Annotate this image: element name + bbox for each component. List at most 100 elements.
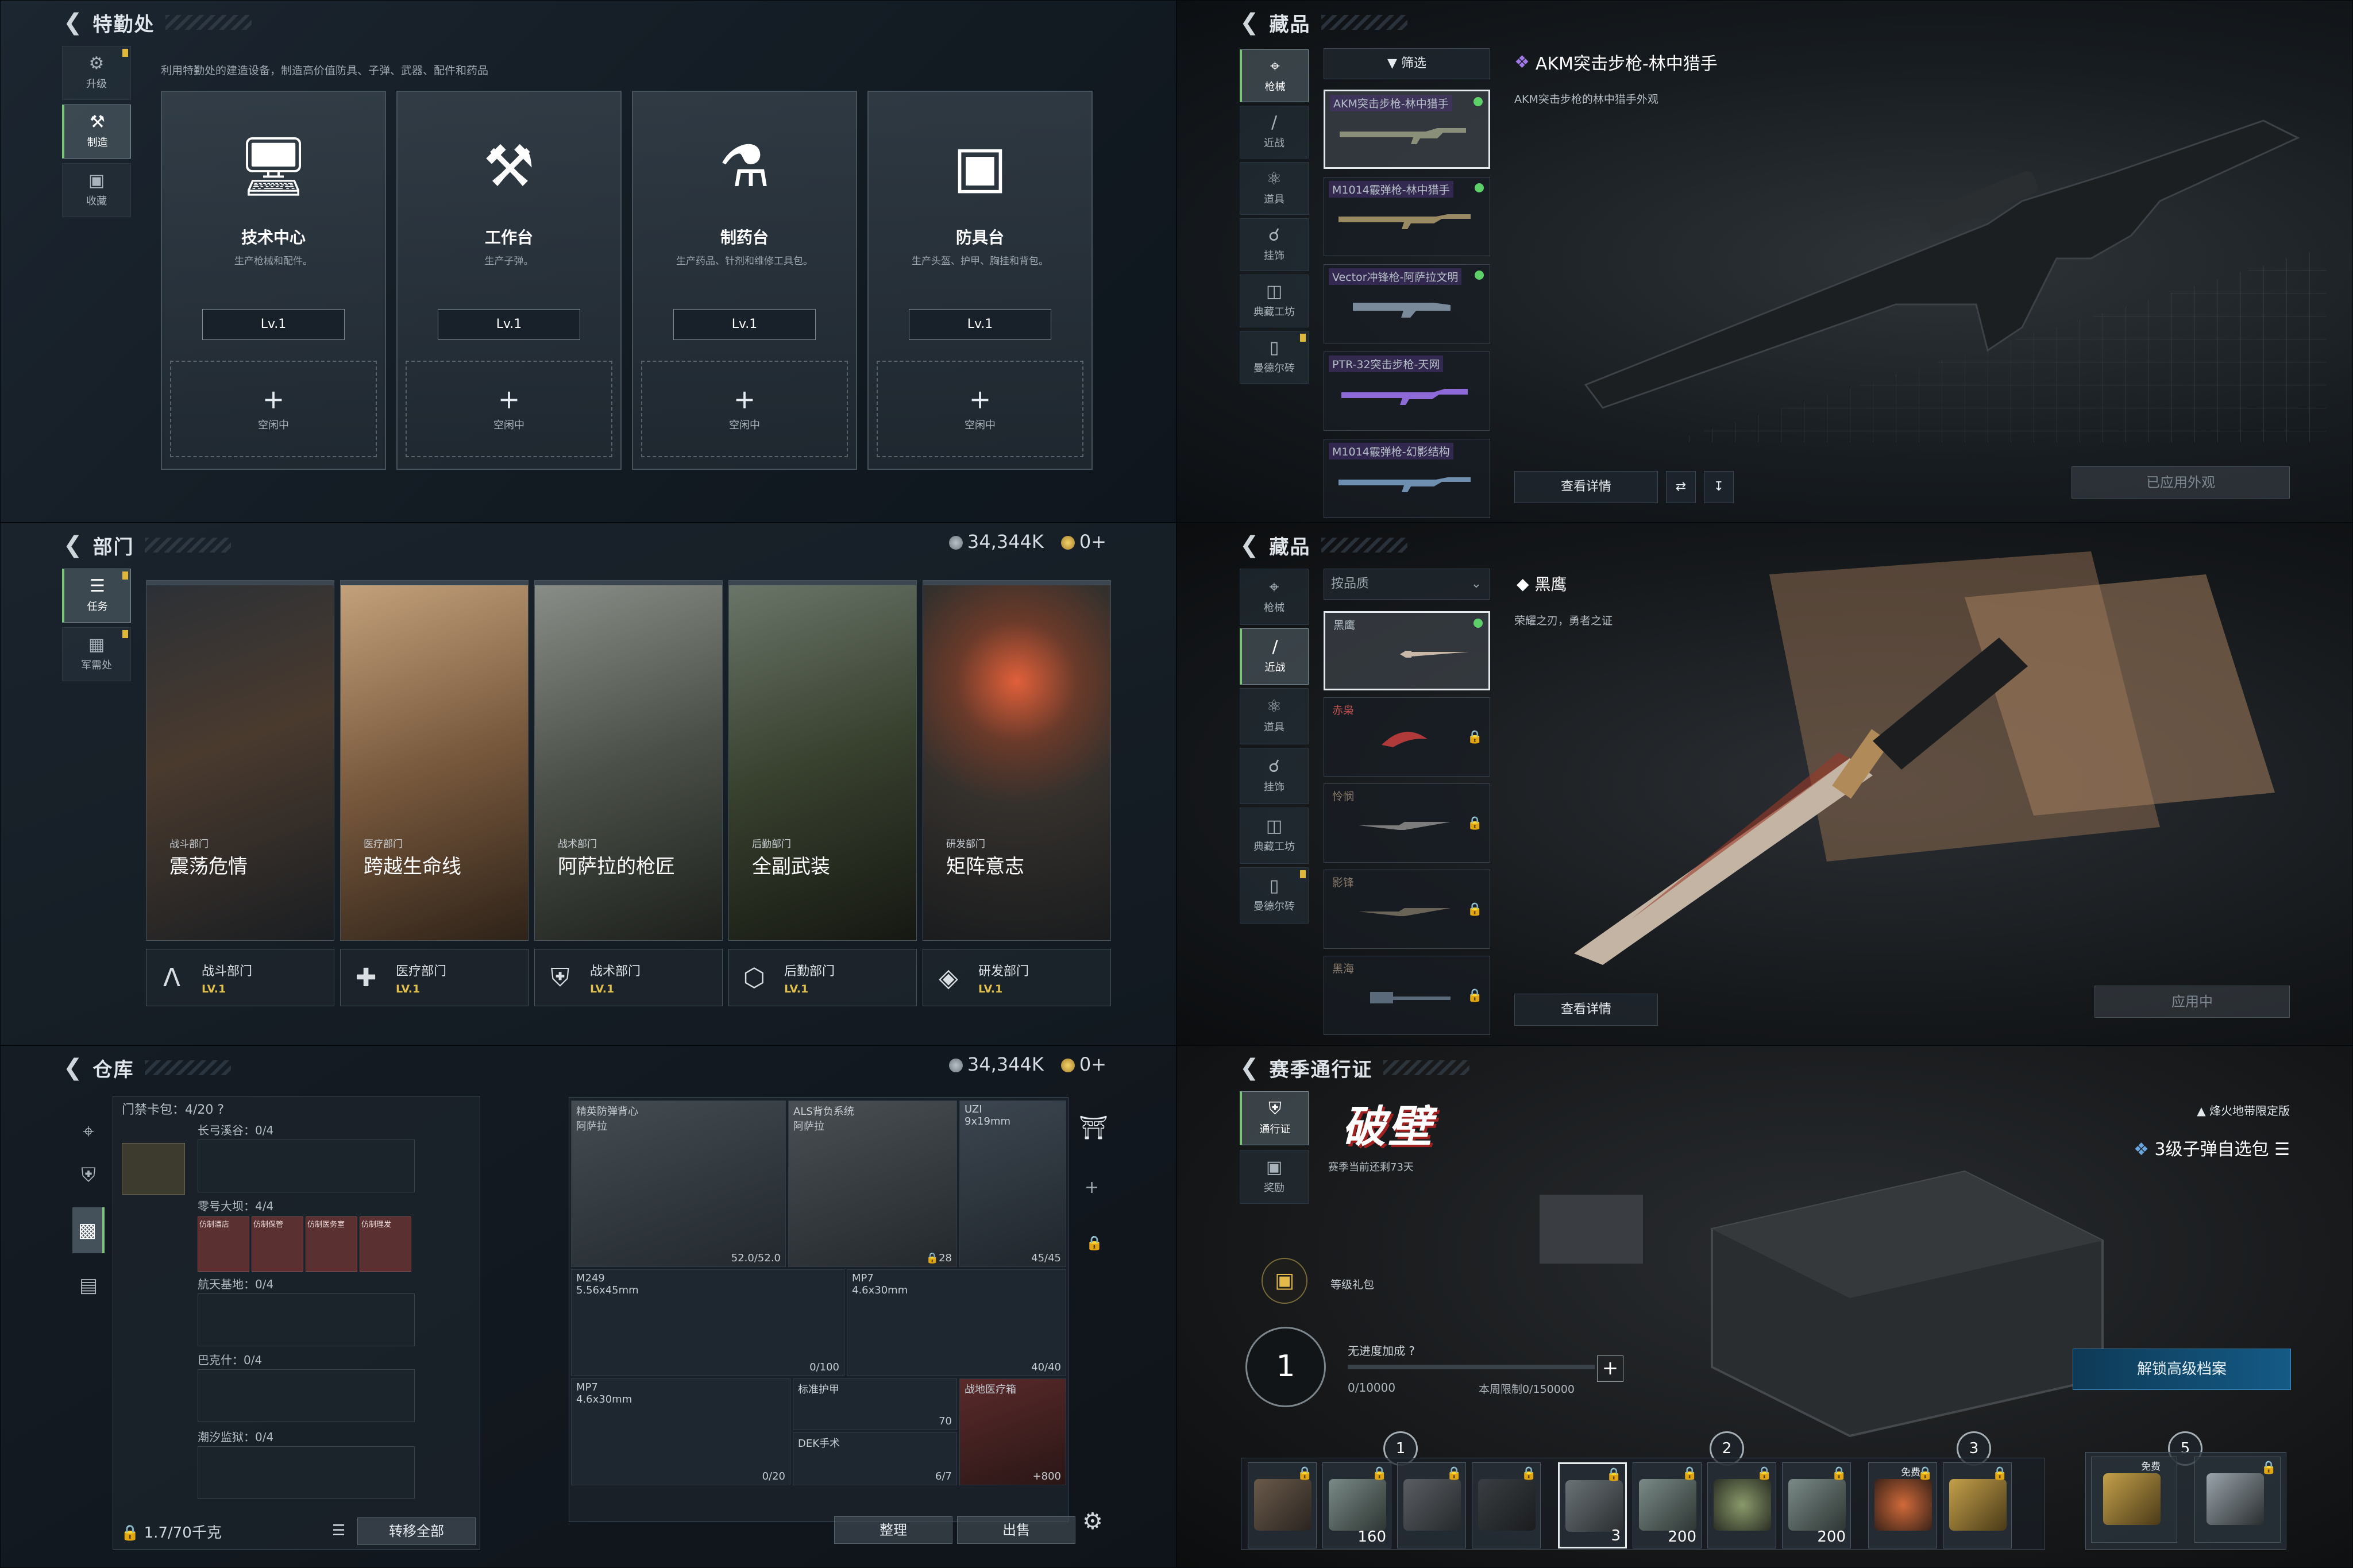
list-item[interactable]: 黑鹰 xyxy=(1324,611,1490,690)
stash-item-m249[interactable]: M249 5.56x45mm 0/100 xyxy=(571,1269,844,1376)
nav-workshop[interactable]: ◫ 典藏工坊 xyxy=(1240,808,1309,864)
sell-button[interactable]: 出售 xyxy=(957,1516,1075,1544)
gun-icon[interactable]: ⌖ xyxy=(83,1120,94,1143)
reward-knife[interactable]: 🔒 xyxy=(1248,1462,1317,1548)
station-armor[interactable]: ▣ 防具台 生产头盔、护甲、胸挂和背包。 Lv.1 + 空闲中 xyxy=(867,91,1093,470)
reward-charm[interactable]: 🔒 xyxy=(1472,1462,1541,1548)
gift-chest-icon[interactable]: ▣ xyxy=(1262,1258,1307,1304)
list-item[interactable]: M1014霰弹枪-林中猎手 xyxy=(1324,177,1490,256)
list-item[interactable]: PTR-32突击步枪-天网 xyxy=(1324,352,1490,431)
list-item[interactable]: 赤枭 🔒 xyxy=(1324,697,1490,777)
filter-button[interactable]: ▼ 筛选 xyxy=(1324,48,1490,79)
nav-mandel[interactable]: ▯ 曼德尔砖 xyxy=(1240,331,1309,384)
plus-icon[interactable]: + xyxy=(1085,1177,1099,1198)
station-tech-center[interactable]: 🖥 技术中心 生产枪械和配件。 Lv.1 + 空闲中 xyxy=(161,91,386,470)
reward-ammo[interactable]: 🔒 160 xyxy=(1322,1462,1391,1548)
station-level[interactable]: Lv.1 xyxy=(673,309,816,340)
key-item[interactable]: 仿制保管 xyxy=(252,1216,303,1272)
list-icon[interactable]: ☰ xyxy=(2274,1140,2290,1160)
list-item[interactable]: 影锋 🔒 xyxy=(1324,870,1490,949)
reward-gold-box[interactable]: 🔒 xyxy=(1943,1462,2012,1548)
nav-melee[interactable]: ∕ 近战 xyxy=(1240,628,1309,685)
dept-card-research[interactable]: ◈ 研发部门 LV.1 xyxy=(923,949,1111,1006)
list-item[interactable]: 黑海 🔒 xyxy=(1324,956,1490,1035)
back-icon[interactable]: ❮ xyxy=(63,1055,83,1081)
applied-skin-button[interactable]: 已应用外观 xyxy=(2072,466,2290,499)
list-item[interactable]: Vector冲锋枪-阿萨拉文明 xyxy=(1324,264,1490,343)
shuffle-icon[interactable]: ⇄ xyxy=(1666,471,1696,503)
nav-guns[interactable]: ⌖ 枪械 xyxy=(1240,569,1309,625)
currency-gold[interactable]: 0+ xyxy=(1060,531,1106,553)
applying-button[interactable]: 应用中 xyxy=(2094,986,2290,1018)
settings-gear-icon[interactable]: ⚙ xyxy=(1082,1508,1103,1535)
nav-charms[interactable]: ☌ 挂饰 xyxy=(1240,218,1309,271)
nav-upgrade[interactable]: ⚙ 升级 xyxy=(62,46,131,100)
nav-tasks[interactable]: ☰ 任务 xyxy=(62,569,131,623)
view-details-button[interactable]: 查看详情 xyxy=(1514,994,1658,1026)
view-details-button[interactable]: 查看详情 xyxy=(1514,471,1658,503)
transfer-all-button[interactable]: 转移全部 xyxy=(357,1517,476,1545)
empty-slot[interactable] xyxy=(198,1446,415,1499)
dept-card-logistics[interactable]: ⬡ 后勤部门 LV.1 xyxy=(728,949,917,1006)
stash-item-mp7[interactable]: MP7 4.6x30mm 40/40 xyxy=(847,1269,1066,1376)
nav-mandel[interactable]: ▯ 曼德尔砖 xyxy=(1240,867,1309,924)
empty-slot[interactable] xyxy=(198,1140,415,1192)
stash-item-backpack[interactable]: ALS背负系统 阿萨拉 🔒28 xyxy=(788,1100,957,1267)
station-slot[interactable]: + 空闲中 xyxy=(641,361,848,457)
key-item[interactable]: 仿制理发 xyxy=(360,1216,411,1272)
list-item[interactable]: 怜悯 🔒 xyxy=(1324,783,1490,863)
dept-card-tactical[interactable]: ⛨ 战术部门 LV.1 xyxy=(534,949,723,1006)
dept-logistics[interactable]: 后勤部门 全副武装 xyxy=(728,580,917,941)
back-icon[interactable]: ❮ xyxy=(1240,1055,1259,1081)
add-progress-button[interactable]: + xyxy=(1597,1355,1623,1382)
reward-grenade[interactable]: 免费 🔒 xyxy=(1868,1462,1937,1548)
keycard-thumbnail[interactable] xyxy=(122,1143,185,1195)
station-pharmacy[interactable]: ⚗ 制药台 生产药品、针剂和维修工具包。 Lv.1 + 空闲中 xyxy=(632,91,857,470)
reward-device[interactable]: 🔒 3 xyxy=(1558,1462,1627,1548)
dept-card-combat[interactable]: Λ 战斗部门 LV.1 xyxy=(146,949,334,1006)
station-slot[interactable]: + 空闲中 xyxy=(877,361,1083,457)
reward-ammo-3[interactable]: 🔒 200 xyxy=(1782,1462,1851,1548)
reward-tier5-rifle[interactable]: 🔒 xyxy=(2194,1457,2281,1543)
sort-button[interactable]: 整理 xyxy=(834,1516,952,1544)
briefcase-icon[interactable]: ▤ xyxy=(79,1274,98,1297)
safe-icon[interactable]: ⛩ xyxy=(1079,1114,1108,1141)
dept-combat[interactable]: 战斗部门 震荡危情 xyxy=(146,580,334,941)
dept-research[interactable]: 研发部门 矩阵意志 xyxy=(923,580,1111,941)
back-icon[interactable]: ❮ xyxy=(1240,9,1259,36)
reward-case[interactable]: 🔒 xyxy=(1397,1462,1466,1548)
reward-token[interactable]: 🔒 xyxy=(1707,1462,1776,1548)
empty-slot[interactable] xyxy=(198,1293,415,1346)
nav-pass[interactable]: ⛨ 通行证 xyxy=(1240,1091,1309,1145)
back-icon[interactable]: ❮ xyxy=(63,9,83,36)
stash-item-armor-plate[interactable]: 标准护甲 70 xyxy=(793,1378,957,1430)
key-item[interactable]: 仿制酒店 xyxy=(198,1216,249,1272)
help-icon[interactable]: ? xyxy=(217,1103,224,1117)
dept-card-medical[interactable]: ✚ 医疗部门 LV.1 xyxy=(340,949,529,1006)
nav-guns[interactable]: ⌖ 枪械 xyxy=(1240,49,1309,102)
download-icon[interactable]: ↧ xyxy=(1704,471,1734,503)
help-icon[interactable]: ? xyxy=(1409,1344,1415,1358)
nav-charms[interactable]: ☌ 挂饰 xyxy=(1240,748,1309,804)
dept-medical[interactable]: 医疗部门 跨越生命线 xyxy=(340,580,529,941)
list-item[interactable]: M1014霰弹枪-幻影结构 xyxy=(1324,439,1490,518)
nav-props[interactable]: ⚛ 道具 xyxy=(1240,688,1309,744)
nav-rewards[interactable]: ▣ 奖励 xyxy=(1240,1150,1309,1204)
stash-item-surgery-kit[interactable]: DEK手术 6/7 xyxy=(793,1432,957,1485)
back-icon[interactable]: ❮ xyxy=(1240,532,1259,558)
stash-item-vest[interactable]: 精英防弹背心 阿萨拉 52.0/52.0 xyxy=(571,1100,786,1267)
list-icon[interactable]: ☰ xyxy=(332,1522,345,1539)
reward-ammo-2[interactable]: 🔒 200 xyxy=(1633,1462,1702,1548)
keycard-icon[interactable]: ▩ xyxy=(72,1207,105,1253)
nav-quartermaster[interactable]: ▦ 军需处 xyxy=(62,627,131,681)
reward-tier5-box[interactable]: 免费 xyxy=(2091,1457,2177,1543)
stash-item-uzi[interactable]: UZI 9x19mm 45/45 xyxy=(959,1100,1066,1267)
nav-workshop[interactable]: ◫ 典藏工坊 xyxy=(1240,275,1309,327)
armor-icon[interactable]: ⛨ xyxy=(81,1164,96,1187)
stash-item-medkit[interactable]: 战地医疗箱 +800 xyxy=(959,1378,1066,1485)
station-slot[interactable]: + 空闲中 xyxy=(170,361,377,457)
back-icon[interactable]: ❮ xyxy=(63,532,83,558)
unlock-premium-button[interactable]: 解锁高级档案 xyxy=(2073,1349,2291,1390)
nav-craft[interactable]: ⚒ 制造 xyxy=(62,105,131,159)
station-workbench[interactable]: ⚒ 工作台 生产子弹。 Lv.1 + 空闲中 xyxy=(396,91,622,470)
